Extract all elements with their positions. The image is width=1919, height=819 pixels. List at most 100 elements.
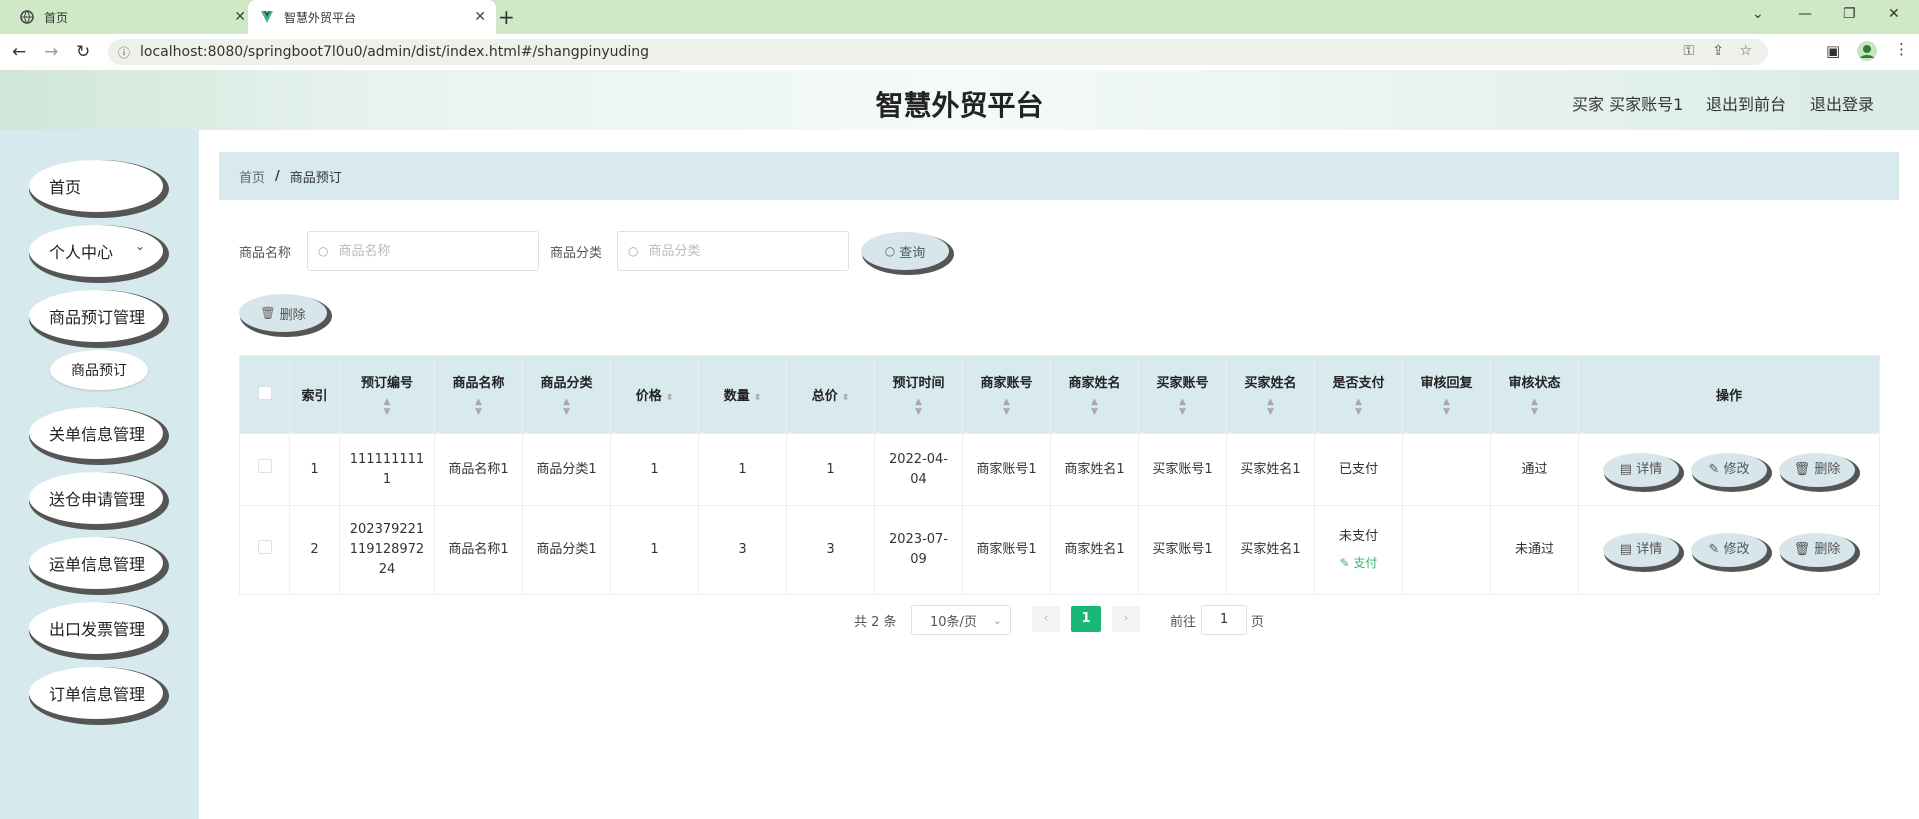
table-row: 1 1111111111 商品名称1 商品分类1 1 1 1 2022-04-0… (239, 433, 1880, 506)
edit-button[interactable]: ✎ 修改 (1691, 533, 1767, 567)
sidebar-item-label: 首页 (49, 178, 82, 197)
sidebar-item-customs-mgmt[interactable]: 关单信息管理 (29, 407, 163, 459)
row-select-cell[interactable] (239, 505, 290, 595)
select-all-checkbox[interactable] (257, 385, 272, 400)
batch-delete-button[interactable]: 🗑 删除 (239, 294, 327, 332)
cell-name: 商品名称1 (434, 433, 523, 506)
col-header-status[interactable]: 审核状态 ▲ ▼ (1490, 355, 1579, 434)
col-header-time[interactable]: 预订时间 ▲ ▼ (874, 355, 963, 434)
detail-button[interactable]: ▤ 详情 (1603, 452, 1679, 487)
goto-page-input[interactable]: 1 (1201, 605, 1247, 635)
sort-icon[interactable]: ⬍ (754, 393, 762, 403)
minimize-icon[interactable]: — (1798, 6, 1812, 22)
url-field[interactable]: ⓘ localhost:8080/springboot7l0u0/admin/d… (108, 39, 1768, 65)
detail-button[interactable]: ▤ 详情 (1603, 533, 1679, 567)
sidebar-item-order-info-mgmt[interactable]: 订单信息管理 (29, 667, 163, 719)
sidebar-item-label: 订单信息管理 (49, 685, 146, 704)
next-page-button[interactable]: › (1112, 606, 1140, 632)
sidebar-item-home[interactable]: 首页 (29, 160, 163, 212)
col-header-buyer-name[interactable]: 买家姓名 ▲ ▼ (1226, 355, 1315, 434)
col-header-buyer-acct[interactable]: 买家账号 ▲ ▼ (1138, 355, 1227, 434)
sort-icon[interactable]: ▲ ▼ (523, 397, 610, 417)
cell-status: 未通过 (1490, 505, 1579, 595)
reload-icon[interactable]: ↻ (76, 42, 90, 62)
browser-menu-icon[interactable]: ⋮ (1894, 40, 1909, 58)
cell-time: 2023-07-09 (874, 505, 963, 595)
logout-link[interactable]: 退出登录 (1810, 91, 1874, 115)
name-filter-field[interactable]: ○ (307, 231, 539, 271)
key-icon[interactable]: ⚿ (1683, 43, 1694, 59)
category-filter-input[interactable] (646, 242, 831, 260)
col-header-seller-name[interactable]: 商家姓名 ▲ ▼ (1050, 355, 1139, 434)
sidebar-item-invoice-mgmt[interactable]: 出口发票管理 (29, 602, 163, 654)
back-icon[interactable]: ← (12, 42, 26, 62)
profile-avatar-icon[interactable] (1856, 40, 1878, 66)
sidebar-item-waybill-mgmt[interactable]: 运单信息管理 (29, 537, 163, 589)
trash-icon: 🗑 (1793, 542, 1815, 557)
sort-icon[interactable]: ▲ ▼ (1491, 397, 1578, 417)
row-select-cell[interactable] (239, 433, 290, 506)
row-checkbox[interactable] (257, 539, 272, 554)
tab-search-icon[interactable]: ⌄ (1752, 6, 1764, 22)
sort-icon[interactable]: ▲ ▼ (1315, 397, 1402, 417)
search-icon: ○ (318, 244, 329, 258)
sort-icon[interactable]: ▲ ▼ (435, 397, 522, 417)
col-header-total[interactable]: 总价 ⬍ (786, 355, 875, 434)
col-header-paid[interactable]: 是否支付 ▲ ▼ (1314, 355, 1403, 434)
sidebar-subitem-order-booking[interactable]: 商品预订 (50, 350, 148, 390)
to-front-link[interactable]: 退出到前台 (1706, 91, 1786, 115)
sort-icon[interactable]: ▲ ▼ (875, 397, 962, 417)
sort-icon[interactable]: ▲ ▼ (340, 397, 434, 417)
sort-icon[interactable]: ⬍ (842, 393, 850, 403)
sort-icon[interactable]: ▲ ▼ (1227, 397, 1314, 417)
close-tab-icon[interactable]: ✕ (474, 9, 486, 25)
search-icon: ○ (884, 244, 896, 258)
address-bar-row: ← → ↻ ⓘ localhost:8080/springboot7l0u0/a… (0, 34, 1919, 71)
cell-buyer-acct: 买家账号1 (1138, 505, 1227, 595)
edit-button[interactable]: ✎ 修改 (1691, 452, 1767, 487)
col-header-category[interactable]: 商品分类 ▲ ▼ (522, 355, 611, 434)
delete-button[interactable]: 🗑 删除 (1779, 452, 1855, 487)
sort-icon[interactable]: ⬍ (666, 393, 674, 403)
sidebar-item-label: 送仓申请管理 (49, 490, 146, 509)
sidebar-item-warehouse-mgmt[interactable]: 送仓申请管理 (29, 472, 163, 524)
close-window-icon[interactable]: ✕ (1888, 6, 1900, 22)
site-info-icon[interactable]: ⓘ (118, 44, 130, 61)
sort-icon[interactable]: ▲ ▼ (1139, 397, 1226, 417)
query-button[interactable]: ○ 查询 (861, 232, 949, 270)
sort-icon[interactable]: ▲ ▼ (963, 397, 1050, 417)
col-header-name[interactable]: 商品名称 ▲ ▼ (434, 355, 523, 434)
sort-icon[interactable]: ▲ ▼ (1403, 397, 1490, 417)
category-filter-field[interactable]: ○ (617, 231, 849, 271)
query-button-label: 查询 (899, 245, 926, 261)
breadcrumb-home[interactable]: 首页 (239, 167, 265, 186)
col-header-reply[interactable]: 审核回复 ▲ ▼ (1402, 355, 1491, 434)
sort-icon[interactable]: ▲ ▼ (1051, 397, 1138, 417)
side-panel-icon[interactable]: ▣ (1826, 42, 1840, 60)
col-header-price[interactable]: 价格 ⬍ (610, 355, 699, 434)
col-header-seller-acct[interactable]: 商家账号 ▲ ▼ (962, 355, 1051, 434)
page-number-current[interactable]: 1 (1071, 606, 1101, 632)
current-user: 买家 买家账号1 (1572, 95, 1684, 114)
cell-actions: ▤ 详情 ✎ 修改 🗑 删除 (1578, 505, 1880, 595)
new-tab-icon[interactable]: + (498, 5, 515, 29)
name-filter-input[interactable] (336, 242, 521, 260)
close-tab-icon[interactable]: ✕ (234, 9, 246, 25)
sidebar-item-order-booking-mgmt[interactable]: 商品预订管理 (29, 290, 163, 342)
select-all-cell[interactable] (239, 355, 290, 434)
browser-tab-home[interactable]: 首页 ✕ (8, 0, 256, 34)
col-header-code[interactable]: 预订编号 ▲ ▼ (339, 355, 435, 434)
cell-price: 1 (610, 433, 699, 506)
row-checkbox[interactable] (257, 459, 272, 473)
page-size-select[interactable]: 10条/页 ⌄ (911, 605, 1011, 635)
restore-icon[interactable]: ❐ (1843, 6, 1856, 22)
browser-tab-active[interactable]: 智慧外贸平台 ✕ (248, 0, 496, 34)
bookmark-star-icon[interactable]: ☆ (1739, 43, 1752, 59)
forward-icon[interactable]: → (44, 42, 58, 62)
share-icon[interactable]: ⇪ (1712, 43, 1724, 59)
pay-link[interactable]: ✎ 支付 (1315, 553, 1402, 573)
prev-page-button[interactable]: ‹ (1032, 606, 1060, 632)
delete-button[interactable]: 🗑 删除 (1779, 533, 1855, 567)
col-header-qty[interactable]: 数量 ⬍ (698, 355, 787, 434)
sidebar-item-personal-center[interactable]: 个人中心 ⌄ (29, 225, 163, 277)
